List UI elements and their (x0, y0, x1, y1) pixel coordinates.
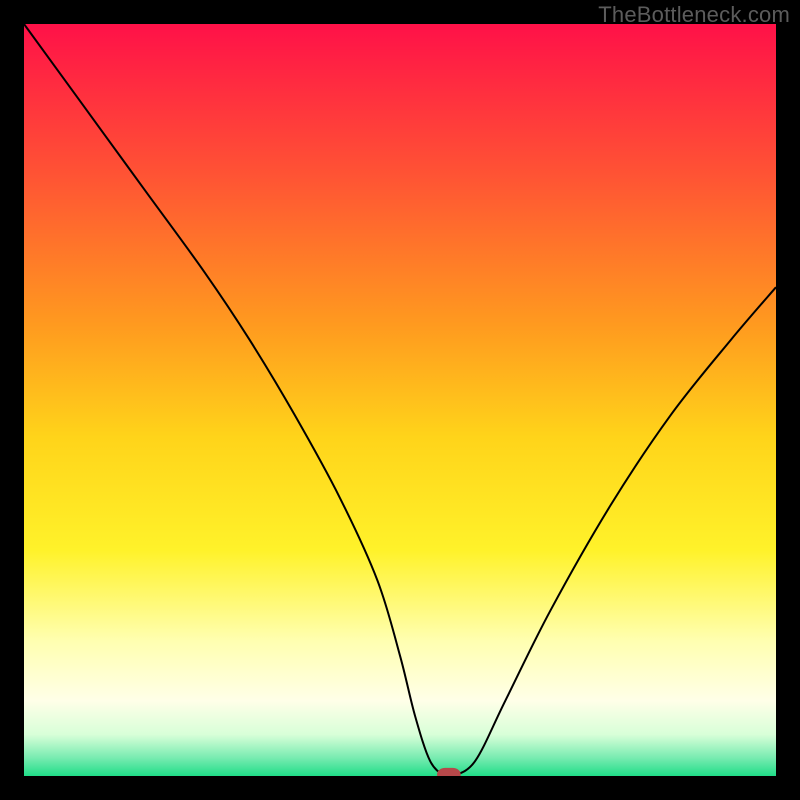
bottleneck-chart (24, 24, 776, 776)
optimum-marker (438, 768, 461, 776)
watermark-text: TheBottleneck.com (598, 2, 790, 28)
gradient-background (24, 24, 776, 776)
chart-frame: TheBottleneck.com (0, 0, 800, 800)
